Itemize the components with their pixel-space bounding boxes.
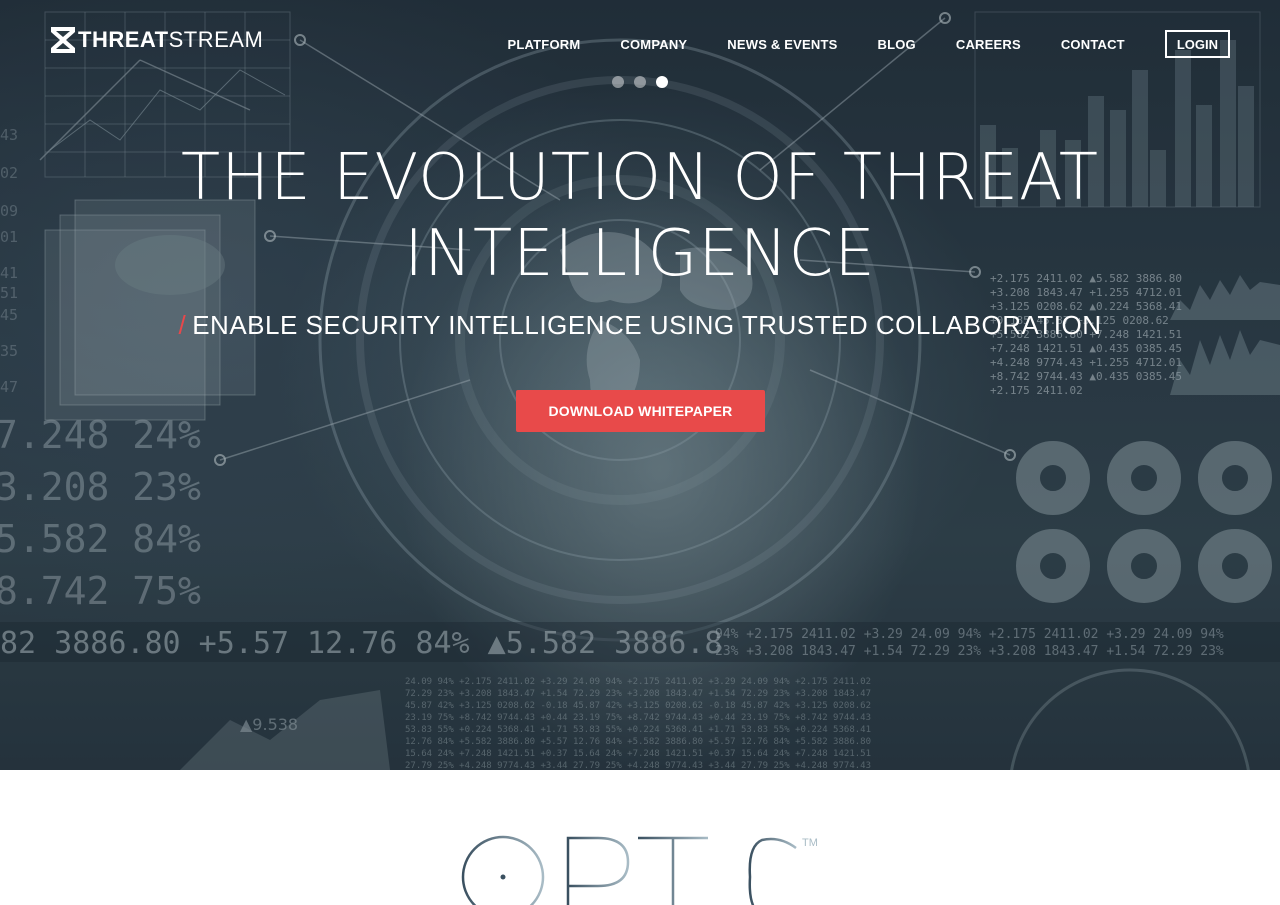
hourglass-x-icon [51, 27, 75, 53]
nav-careers[interactable]: CAREERS [956, 37, 1021, 52]
carousel-dot-1[interactable] [612, 76, 624, 88]
logo-wordmark-bold: THREAT [78, 27, 169, 52]
login-button[interactable]: LOGIN [1164, 30, 1230, 58]
nav-company[interactable]: COMPANY [620, 37, 687, 52]
logo-wordmark-light: STREAM [168, 27, 264, 52]
optic-center-dot [500, 874, 506, 880]
nav-platform[interactable]: PLATFORM [508, 37, 581, 52]
hero-headline-line-2: INTELLIGENCE [404, 217, 876, 291]
hero-headline-line-1: THE EVOLUTION OF THREAT [181, 141, 1099, 215]
threatstream-logo[interactable]: THREAT STREAM [50, 26, 263, 54]
optic-section: TM [0, 770, 1280, 905]
trademark-symbol: TM [802, 837, 818, 849]
hero-headline: THE EVOLUTION OF THREAT INTELLIGENCE [140, 140, 1140, 292]
main-navigation: PLATFORM COMPANY NEWS & EVENTS BLOG CARE… [468, 30, 1230, 58]
nav-news-events[interactable]: NEWS & EVENTS [727, 37, 837, 52]
hero-banner: +2.175 2411.02 ▲5.582 3886.80 +3.208 184… [0, 0, 1280, 770]
download-whitepaper-button[interactable]: DOWNLOAD WHITEPAPER [516, 390, 765, 432]
hero-subheadline: / ENABLE SECURITY INTELLIGENCE USING TRUS… [140, 310, 1140, 341]
nav-contact[interactable]: CONTACT [1061, 37, 1125, 52]
accent-slash: / [178, 310, 187, 340]
optic-wordmark: TM [461, 835, 818, 905]
hero-subheadline-text: ENABLE SECURITY INTELLIGENCE USING TRUST… [192, 310, 1102, 340]
hero-overlay [0, 0, 1280, 770]
carousel-indicators [612, 76, 678, 88]
nav-blog[interactable]: BLOG [878, 37, 916, 52]
carousel-dot-3-active[interactable] [656, 76, 668, 88]
carousel-dot-2[interactable] [634, 76, 646, 88]
